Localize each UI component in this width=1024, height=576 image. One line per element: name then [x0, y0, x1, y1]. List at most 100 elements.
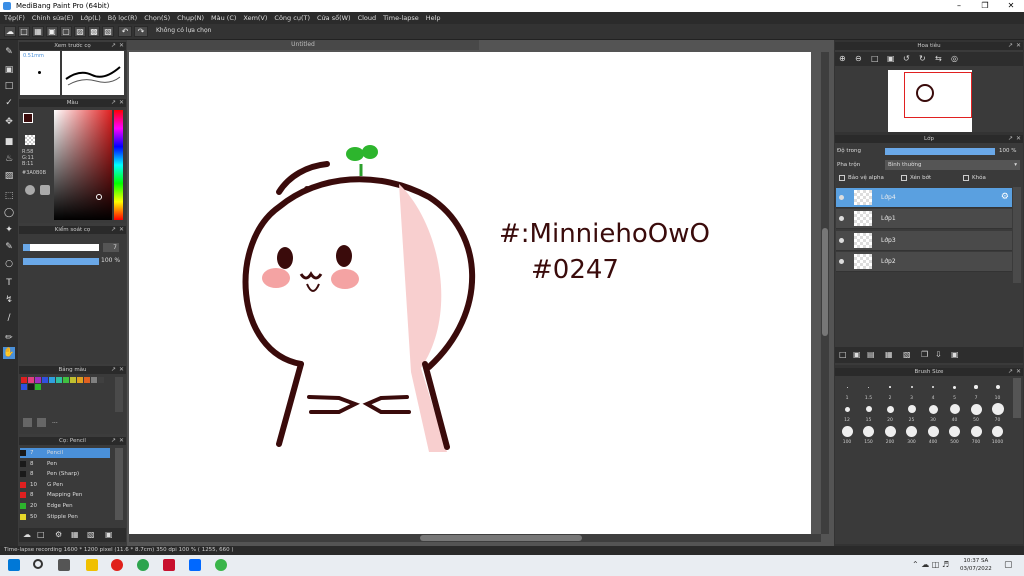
menu-layer[interactable]: Lớp(L) — [80, 14, 100, 22]
palette-swatch[interactable] — [77, 377, 83, 383]
layer-row[interactable]: Lớp4 ⚙ — [836, 188, 1012, 208]
transparent-swatch[interactable] — [25, 135, 35, 145]
visibility-eye-icon[interactable] — [839, 195, 844, 200]
brush-size-option[interactable]: 50 — [966, 402, 986, 423]
open-icon[interactable]: ▦ — [32, 26, 44, 37]
palette-swatch[interactable] — [21, 384, 27, 390]
brush-size-option[interactable]: 7 — [966, 380, 986, 401]
visibility-eye-icon[interactable] — [839, 237, 844, 243]
brush-folder-icon[interactable]: ▧ — [87, 530, 95, 539]
brush-size-option[interactable]: 20 — [880, 402, 900, 423]
color-mode-icon[interactable] — [25, 185, 35, 195]
brush-tool-icon[interactable]: ✎ — [3, 46, 15, 58]
canvas-tab[interactable]: Untitled — [127, 40, 479, 50]
panel-close-icon[interactable]: ✕ — [1016, 368, 1021, 376]
windows-start-icon[interactable] — [8, 559, 20, 571]
select-rect-icon[interactable]: ⬚ — [3, 190, 15, 202]
layer-settings-gear-icon[interactable]: ⚙ — [1001, 192, 1009, 202]
brush-list-item[interactable]: 8 Mapping Pen — [20, 490, 110, 500]
medibang-icon[interactable] — [215, 559, 227, 571]
undock-icon[interactable]: ↗ — [1008, 42, 1013, 50]
pencil-check-icon[interactable]: ✓ — [3, 97, 15, 109]
brush-settings-icon[interactable]: ⚙ — [55, 530, 62, 539]
palette-swatch[interactable] — [91, 377, 97, 383]
brush-size-option[interactable]: 500 — [945, 424, 965, 445]
brush-opacity-slider[interactable] — [23, 258, 99, 265]
palette-swatch[interactable] — [28, 377, 34, 383]
brush-size-option[interactable]: 25 — [902, 402, 922, 423]
palette-swatch[interactable] — [63, 377, 69, 383]
deselect-icon[interactable]: ▨ — [74, 26, 86, 37]
brush-add-icon[interactable]: □ — [37, 530, 45, 539]
rotate-right-icon[interactable]: ↻ — [919, 54, 926, 63]
flip-icon[interactable]: ⇆ — [935, 54, 942, 63]
layer-folder-icon[interactable]: ▧ — [903, 350, 911, 359]
layers-scrollbar[interactable] — [1013, 187, 1021, 283]
brush-size-value[interactable]: 7 — [103, 243, 119, 252]
menu-timelapse[interactable]: Time-lapse — [383, 14, 419, 22]
rotate-left-icon[interactable]: ↺ — [903, 54, 910, 63]
lasso-icon[interactable]: ◯ — [3, 207, 15, 219]
new-file-icon[interactable]: □ — [18, 26, 30, 37]
mcafee-icon[interactable] — [163, 559, 175, 571]
new-layer-icon[interactable]: □ — [839, 350, 847, 359]
brush-delete-icon[interactable]: ▣ — [105, 530, 113, 539]
palette-swatch[interactable] — [70, 377, 76, 383]
fit-icon[interactable]: □ — [871, 54, 879, 63]
reset-icon[interactable]: ◎ — [951, 54, 958, 63]
palette-delete-icon[interactable] — [37, 418, 46, 427]
merge-down-icon[interactable]: ⇩ — [935, 350, 942, 359]
chrome-icon[interactable] — [137, 559, 149, 571]
clock[interactable]: 10:37 SA 03/07/2022 — [960, 557, 992, 573]
file-explorer-icon[interactable] — [86, 559, 98, 571]
undock-icon[interactable]: ↗ — [111, 99, 116, 107]
layer-row[interactable]: Lớp1 — [836, 209, 1012, 230]
zoom-in-icon[interactable]: ⊕ — [839, 54, 846, 63]
brush-size-option[interactable]: 4 — [923, 380, 943, 401]
search-icon[interactable] — [33, 559, 43, 569]
brush-size-option[interactable]: 40 — [945, 402, 965, 423]
brush-list-item[interactable]: 7 Pencil — [20, 448, 110, 458]
notification-icon[interactable]: ▢ — [1004, 560, 1013, 570]
brush-size-option[interactable]: 400 — [923, 424, 943, 445]
menu-file[interactable]: Tệp(F) — [4, 14, 25, 22]
palette-swatch[interactable] — [21, 377, 27, 383]
brush-size-option[interactable]: 12 — [837, 402, 857, 423]
panel-close-icon[interactable]: ✕ — [119, 99, 124, 107]
add-layer-dropdown-icon[interactable]: ▦ — [885, 350, 893, 359]
text-tool-icon[interactable]: T — [3, 277, 15, 289]
save-icon[interactable]: ▣ — [46, 26, 58, 37]
menu-window[interactable]: Cửa sổ(W) — [317, 14, 351, 22]
menu-filter[interactable]: Bộ lọc(R) — [108, 14, 137, 22]
new-8bit-layer-icon[interactable]: ▤ — [867, 350, 875, 359]
zoom-out-icon[interactable]: ⊖ — [855, 54, 862, 63]
clipping-checkbox[interactable] — [901, 175, 907, 181]
eyedropper-icon[interactable]: ✏ — [3, 332, 15, 344]
panel-close-icon[interactable]: ✕ — [119, 226, 124, 234]
transform-icon[interactable]: ▢ — [60, 26, 72, 37]
panel-close-icon[interactable]: ✕ — [119, 437, 124, 445]
redo-icon[interactable]: ↷ — [134, 26, 148, 37]
menu-tools[interactable]: Công cụ(T) — [274, 14, 310, 22]
brush-size-scrollbar[interactable] — [1013, 378, 1021, 418]
menu-cloud[interactable]: Cloud — [358, 14, 377, 22]
protect-alpha-checkbox[interactable] — [839, 175, 845, 181]
undock-icon[interactable]: ↗ — [1008, 368, 1013, 376]
menu-snap[interactable]: Chụp(N) — [177, 14, 204, 22]
invert-selection-icon[interactable]: ▩ — [88, 26, 100, 37]
palette-swatch[interactable] — [56, 377, 62, 383]
duplicate-layer-icon[interactable]: ❐ — [921, 350, 928, 359]
menu-view[interactable]: Xem(V) — [243, 14, 267, 22]
brush-size-option[interactable]: 200 — [880, 424, 900, 445]
palette-swatch[interactable] — [98, 377, 104, 383]
brush-size-option[interactable]: 700 — [966, 424, 986, 445]
move-tool-icon[interactable]: ✥ — [3, 116, 15, 128]
actual-size-icon[interactable]: ▣ — [887, 54, 895, 63]
select-pen-icon[interactable]: ✎ — [3, 241, 15, 253]
palette-swatch[interactable] — [35, 384, 41, 390]
blend-mode-select[interactable]: Bình thường ▾ — [885, 160, 1020, 170]
brush-size-option[interactable]: 1 — [837, 380, 857, 401]
crop-icon[interactable]: ▧ — [102, 26, 114, 37]
visibility-eye-icon[interactable] — [839, 216, 844, 222]
cloud-icon[interactable]: ☁ — [4, 26, 16, 37]
